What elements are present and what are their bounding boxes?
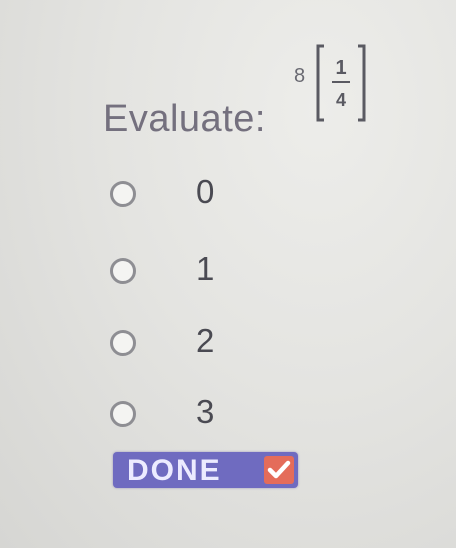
radio-button[interactable]: [110, 330, 136, 356]
radio-button[interactable]: [110, 181, 136, 207]
right-bracket: [358, 44, 366, 122]
math-expression: 8 1 4: [288, 36, 374, 128]
option-label: 1: [196, 250, 215, 287]
left-bracket: [316, 44, 324, 122]
fraction-numerator: 1: [335, 57, 346, 79]
expression-coefficient: 8: [294, 65, 305, 87]
option-label: 2: [196, 322, 215, 359]
option-label: 0: [196, 173, 215, 210]
option-1[interactable]: 1: [110, 250, 250, 298]
radio-button[interactable]: [110, 401, 136, 427]
fraction-denominator: 4: [336, 90, 346, 110]
option-0[interactable]: 0: [110, 173, 250, 221]
question-label: Evaluate:: [103, 98, 266, 140]
option-2[interactable]: 2: [110, 322, 250, 370]
option-label: 3: [196, 393, 215, 430]
checkmark-icon: [264, 456, 294, 484]
option-3[interactable]: 3: [110, 393, 250, 441]
question-block: Evaluate: 8 1 4: [0, 0, 456, 200]
done-button[interactable]: DONE: [113, 452, 298, 488]
done-label: DONE: [127, 454, 222, 487]
radio-button[interactable]: [110, 258, 136, 284]
